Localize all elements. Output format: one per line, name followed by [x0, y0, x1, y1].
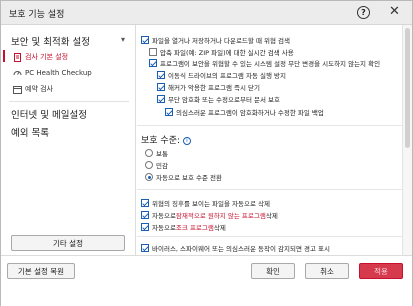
sidebar-section-exceptions[interactable]: 예외 목록: [11, 125, 49, 139]
info-icon[interactable]: i: [183, 136, 192, 145]
settings-content: 파일을 열거나 저장하거나 다운로드할 때 위협 검색 압축 파일(예: ZIP…: [137, 25, 402, 255]
radio-auto-switch[interactable]: 자동으로 보호 수준 전환: [145, 172, 222, 182]
option-block-autorun[interactable]: 이동식 드라이브의 프로그램 자동 실행 방지: [157, 70, 286, 80]
checkbox[interactable]: [157, 71, 165, 79]
option-label: 이동식 드라이브의 프로그램 자동 실행 방지: [168, 72, 286, 80]
checkbox[interactable]: [141, 36, 149, 44]
joke-program-link[interactable]: 조크 프로그램: [176, 222, 214, 232]
option-label: 무단 암호화 또는 수정으로부터 문서 보호: [168, 96, 280, 104]
checkbox[interactable]: [141, 199, 149, 207]
settings-window: 보호 기능 설정 ? ✕ 보안 및 최적화 설정 ▾ 검사 기본 설정 PC H…: [0, 0, 413, 306]
sidebar-section-security[interactable]: 보안 및 최적화 설정: [11, 34, 90, 48]
checkbox[interactable]: [149, 48, 157, 56]
option-label: 파일을 열거나 저장하거나 다운로드할 때 위협 검색: [152, 37, 290, 45]
option-auto-delete-joke[interactable]: 자동으로 조크 프로그램 삭제: [141, 222, 226, 232]
checkbox[interactable]: [157, 83, 165, 91]
help-icon[interactable]: ?: [357, 6, 370, 19]
document-shield-icon: [13, 52, 22, 62]
scrollbar[interactable]: [402, 25, 412, 255]
divider: [137, 189, 402, 190]
calendar-icon: [13, 85, 22, 94]
option-close-exploited[interactable]: 해커가 악용한 프로그램 즉시 닫기: [157, 82, 260, 92]
option-label-suffix: 삭제: [265, 212, 278, 220]
protection-level-title: 보호 수준: i: [141, 133, 192, 146]
checkbox[interactable]: [141, 211, 149, 219]
footer: 기본 설정 복원 확인 취소 적용: [1, 255, 412, 306]
radio-normal[interactable]: 보통: [145, 148, 168, 158]
option-label: 해커가 악용한 프로그램 즉시 닫기: [168, 84, 260, 92]
checkbox[interactable]: [165, 108, 173, 116]
sidebar: 보안 및 최적화 설정 ▾ 검사 기본 설정 PC Health Checkup…: [1, 25, 136, 255]
option-auto-delete-pup[interactable]: 자동으로 잠재적으로 원하지 않는 프로그램 삭제: [141, 210, 278, 220]
option-label: 자동으로: [152, 224, 176, 232]
radio-label: 민감: [156, 162, 168, 170]
option-label: 압축 파일(예: ZIP 파일)에 대한 실시간 검색 사용: [160, 49, 294, 57]
option-label: 바이러스, 스파이웨어 또는 의심스러운 동작이 감지되면 경고 표시: [152, 245, 330, 253]
restore-defaults-button[interactable]: 기본 설정 복원: [7, 263, 75, 279]
divider: [137, 125, 402, 126]
option-label: 프로그램이 보안을 위협할 수 있는 시스템 설정 무단 변경을 시도하지 않는…: [160, 60, 381, 68]
option-auto-delete-threats[interactable]: 위협의 징후를 보이는 파일을 자동으로 삭제: [141, 198, 270, 208]
pup-link[interactable]: 잠재적으로 원하지 않는 프로그램: [176, 210, 266, 220]
sidebar-item-scan-settings[interactable]: 검사 기본 설정: [2, 50, 69, 62]
title-bar: 보호 기능 설정 ? ✕: [1, 1, 412, 25]
radio-label: 보통: [156, 150, 168, 158]
option-label: 위협의 징후를 보이는 파일을 자동으로 삭제: [152, 200, 270, 208]
sidebar-item-scheduled-scan[interactable]: 예약 검사: [13, 84, 53, 94]
checkbox[interactable]: [149, 59, 157, 67]
checkbox[interactable]: [141, 223, 149, 231]
option-label: 자동으로: [152, 212, 176, 220]
radio-button[interactable]: [145, 161, 153, 169]
protection-level-label: 보호 수준:: [141, 136, 181, 146]
option-system-change-check[interactable]: 프로그램이 보안을 위협할 수 있는 시스템 설정 무단 변경을 시도하지 않는…: [149, 58, 380, 68]
radio-sensitive[interactable]: 민감: [145, 160, 168, 170]
divider: [137, 236, 402, 237]
cancel-button[interactable]: 취소: [305, 263, 349, 279]
chevron-down-icon[interactable]: ▾: [121, 35, 125, 44]
option-label: 의심스러운 프로그램이 암호화하거나 수정한 파일 백업: [176, 109, 324, 117]
divider: [9, 101, 129, 102]
option-scan-archives[interactable]: 압축 파일(예: ZIP 파일)에 대한 실시간 검색 사용: [149, 47, 294, 57]
apply-button[interactable]: 적용: [359, 263, 403, 279]
radio-label: 자동으로 보호 수준 전환: [156, 174, 222, 182]
option-backup-files[interactable]: 의심스러운 프로그램이 암호화하거나 수정한 파일 백업: [165, 107, 324, 117]
option-show-alert[interactable]: 바이러스, 스파이웨어 또는 의심스러운 동작이 감지되면 경고 표시: [141, 243, 330, 253]
ok-button[interactable]: 확인: [251, 263, 295, 279]
sidebar-item-label: 검사 기본 설정: [25, 53, 69, 61]
gauge-icon: [13, 68, 22, 77]
option-scan-on-access[interactable]: 파일을 열거나 저장하거나 다운로드할 때 위협 검색: [141, 35, 290, 45]
scrollbar-thumb[interactable]: [405, 28, 410, 148]
sidebar-item-label: PC Health Checkup: [25, 68, 92, 77]
close-icon[interactable]: ✕: [389, 4, 400, 20]
checkbox[interactable]: [141, 244, 149, 252]
other-settings-button[interactable]: 기타 설정: [11, 235, 125, 251]
sidebar-item-label: 예약 검사: [25, 85, 53, 93]
window-title: 보호 기능 설정: [9, 10, 65, 20]
option-protect-documents[interactable]: 무단 암호화 또는 수정으로부터 문서 보호: [157, 94, 280, 104]
radio-button[interactable]: [145, 149, 153, 157]
sidebar-item-pc-health[interactable]: PC Health Checkup: [13, 68, 92, 77]
option-label-suffix: 삭제: [213, 224, 226, 232]
radio-button[interactable]: [145, 173, 153, 181]
checkbox[interactable]: [157, 95, 165, 103]
sidebar-section-internet-mail[interactable]: 인터넷 및 메일설정: [11, 107, 87, 121]
